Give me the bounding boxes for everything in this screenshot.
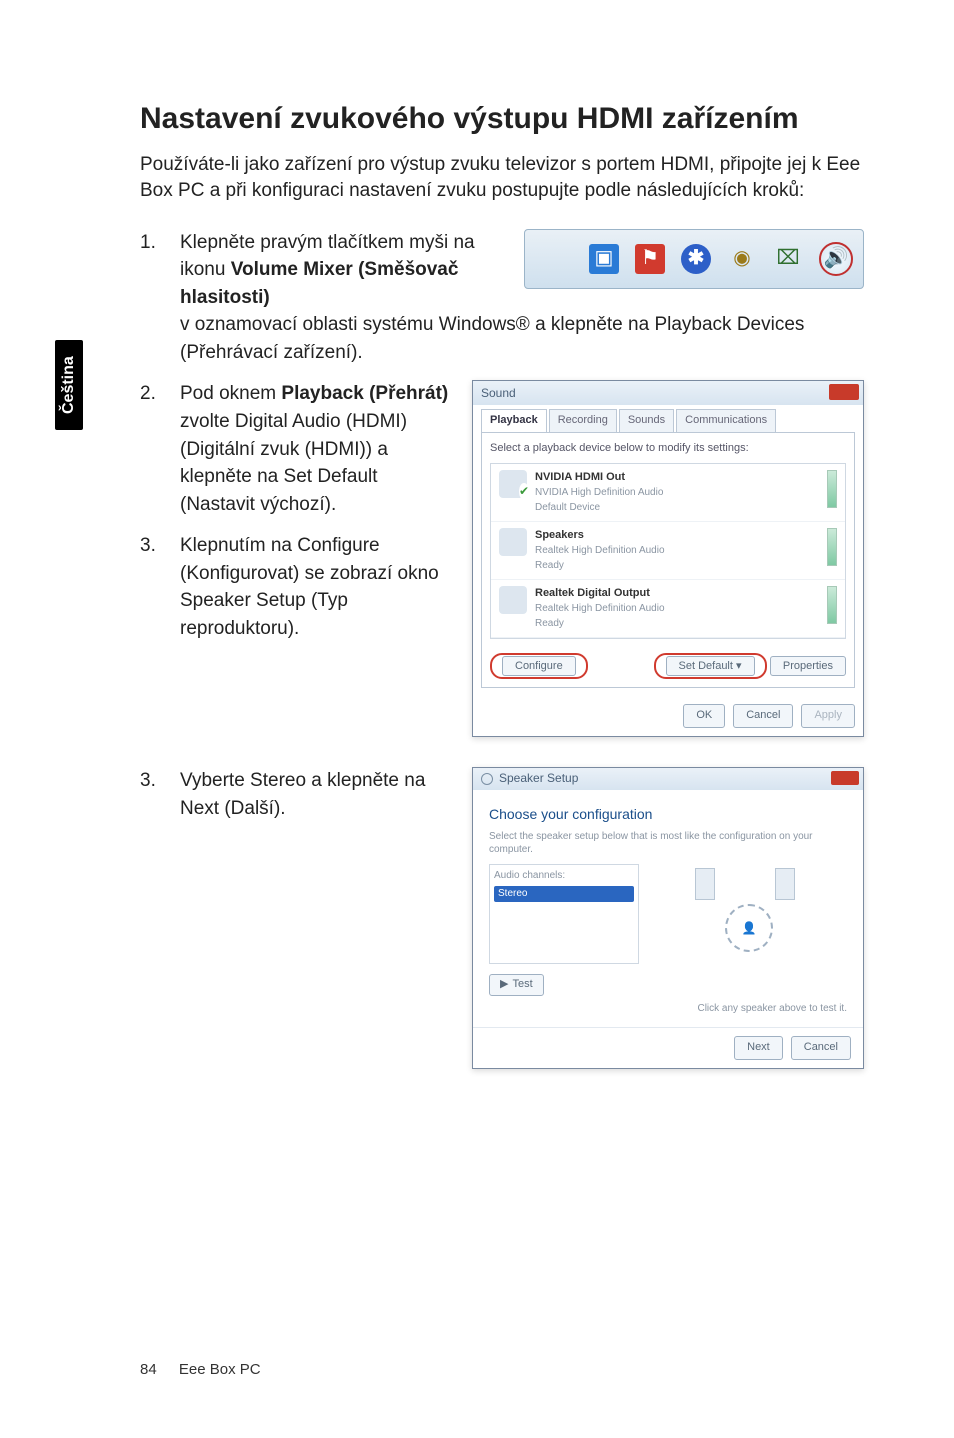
test-button[interactable]: ▶ Test (489, 974, 544, 996)
cancel-button[interactable]: Cancel (791, 1036, 851, 1060)
bluetooth-icon[interactable]: ✱ (681, 244, 711, 274)
listener-icon: 👤 (725, 904, 773, 952)
level-meter (827, 470, 837, 508)
step-4: Vyberte Stereo a klepněte na Next (Další… (140, 767, 864, 1069)
speaker-right-icon[interactable] (775, 868, 795, 900)
device-icon (499, 528, 527, 556)
step-2-text-c: zvolte Digital Audio (HDMI) (Digitální z… (180, 411, 407, 515)
intro-paragraph: Používáte-li jako zařízení pro výstup zv… (140, 152, 864, 205)
device-name: NVIDIA HDMI Out (535, 470, 819, 486)
configure-button[interactable]: Configure (502, 656, 576, 676)
device-sub: Realtek High Definition Audio (535, 602, 819, 617)
apply-button[interactable]: Apply (801, 704, 855, 728)
sound-dialog-title: Sound (481, 385, 516, 402)
power-icon[interactable]: ⌧ (773, 244, 803, 274)
tray-app-icon[interactable]: ▣ (589, 244, 619, 274)
step-1: Klepněte pravým tlačítkem myši na ikonu … (140, 229, 864, 367)
close-icon[interactable] (831, 771, 859, 785)
wizard-click-hint: Click any speaker above to test it. (489, 1002, 847, 1017)
wizard-title: Speaker Setup (499, 770, 578, 787)
speaker-setup-wizard: Speaker Setup Choose your configuration … (472, 767, 864, 1069)
setdefault-highlight: Set Default ▾ (654, 653, 767, 679)
step-2-text-a: Pod oknem (180, 383, 281, 404)
wizard-subtext: Select the speaker setup below that is m… (489, 830, 847, 856)
speaker-left-icon[interactable] (695, 868, 715, 900)
device-name: Speakers (535, 528, 819, 544)
page-footer: 84 Eee Box PC (140, 1361, 261, 1378)
cancel-button[interactable]: Cancel (733, 704, 793, 728)
playback-device-list: NVIDIA HDMI Out NVIDIA High Definition A… (490, 463, 846, 639)
configure-highlight: Configure (490, 653, 588, 679)
test-label: Test (512, 977, 532, 993)
device-sub: NVIDIA High Definition Audio (535, 486, 819, 501)
device-status: Ready (535, 617, 819, 632)
device-icon (499, 586, 527, 614)
next-button[interactable]: Next (734, 1036, 783, 1060)
speaker-layout-art: 👤 (655, 864, 847, 974)
step-1-text-c: v oznamovací oblasti systému Windows® a … (180, 314, 804, 363)
level-meter (827, 586, 837, 624)
device-status: Default Device (535, 501, 819, 516)
device-row[interactable]: NVIDIA HDMI Out NVIDIA High Definition A… (491, 464, 845, 522)
volume-icon[interactable]: 🔊 (819, 242, 853, 276)
step-3-text: Klepnutím na Configure (Konfigurovat) se… (180, 535, 439, 639)
network-icon[interactable]: ◉ (727, 244, 757, 274)
step-2-bold: Playback (Přehrát) (281, 383, 448, 404)
device-icon (499, 470, 527, 498)
page-number: 84 (140, 1361, 157, 1378)
tab-playback[interactable]: Playback (481, 409, 547, 432)
audio-channels-selected[interactable]: Stereo (494, 886, 634, 903)
device-sub: Realtek High Definition Audio (535, 544, 819, 559)
sound-dialog-titlebar: Sound (473, 381, 863, 405)
page-heading: Nastavení zvukového výstupu HDMI zařízen… (140, 100, 864, 138)
step-4-text: Vyberte Stereo a klepněte na Next (Další… (180, 770, 425, 819)
wizard-titlebar: Speaker Setup (473, 768, 863, 790)
action-center-icon[interactable]: ⚑ (635, 244, 665, 274)
set-default-label: Set Default (679, 660, 733, 672)
level-meter (827, 528, 837, 566)
tab-recording[interactable]: Recording (549, 409, 617, 432)
step-2: Pod oknem Playback (Přehrát) zvolte Digi… (140, 380, 864, 737)
device-name: Realtek Digital Output (535, 586, 819, 602)
product-name: Eee Box PC (179, 1361, 261, 1378)
device-status: Ready (535, 559, 819, 574)
device-row[interactable]: Speakers Realtek High Definition Audio R… (491, 522, 845, 580)
audio-channels-list[interactable]: Audio channels: Stereo (489, 864, 639, 964)
play-icon: ▶ (500, 977, 508, 993)
device-row[interactable]: Realtek Digital Output Realtek High Defi… (491, 580, 845, 638)
system-tray: ▣ ⚑ ✱ ◉ ⌧ 🔊 (524, 229, 864, 289)
tab-sounds[interactable]: Sounds (619, 409, 674, 432)
properties-button[interactable]: Properties (770, 656, 846, 676)
sound-tabs: Playback Recording Sounds Communications (473, 405, 863, 432)
ok-button[interactable]: OK (683, 704, 725, 728)
wizard-heading: Choose your configuration (489, 804, 847, 824)
sound-dialog: Sound Playback Recording Sounds Communic… (472, 380, 864, 737)
set-default-button[interactable]: Set Default ▾ (666, 656, 755, 676)
audio-channels-label: Audio channels: (494, 869, 634, 884)
close-icon[interactable] (829, 384, 859, 400)
playback-hint: Select a playback device below to modify… (490, 441, 846, 457)
wizard-icon (481, 773, 493, 785)
tab-communications[interactable]: Communications (676, 409, 776, 432)
